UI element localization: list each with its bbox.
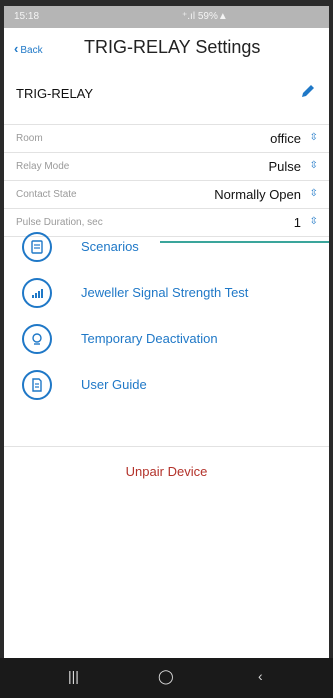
setting-value: Normally Open	[214, 187, 301, 202]
edit-pencil-icon[interactable]	[299, 82, 317, 100]
setting-value: Pulse	[268, 159, 301, 174]
annotation-pointer-line	[160, 241, 329, 243]
phone-frame: 15:18 ⁺.ıl 59%▲ ‹ Back TRIG-RELAY Setting…	[0, 0, 333, 698]
nav-back-button[interactable]: ‹	[258, 668, 263, 684]
home-button[interactable]: ◯	[158, 668, 174, 685]
setting-label: Contact State	[16, 189, 77, 200]
signal-strength-icon	[22, 278, 52, 308]
room-setting[interactable]: Room office ⇳	[4, 124, 329, 153]
contact-state-setting[interactable]: Contact State Normally Open ⇳	[4, 180, 329, 209]
unpair-device-button[interactable]: Unpair Device	[4, 464, 329, 479]
setting-label: Room	[16, 133, 43, 144]
divider	[4, 446, 329, 447]
user-guide-item[interactable]: User Guide	[4, 364, 329, 410]
signal-strength-label: Jeweller Signal Strength Test	[81, 285, 249, 300]
setting-label: Relay Mode	[16, 161, 70, 172]
back-label: Back	[20, 45, 43, 56]
signal-strength-item[interactable]: Jeweller Signal Strength Test	[4, 272, 329, 318]
user-guide-label: User Guide	[81, 377, 147, 392]
temporary-deactivation-item[interactable]: Temporary Deactivation	[4, 318, 329, 364]
setting-value: office	[270, 131, 301, 146]
chevron-left-icon: ‹	[14, 41, 19, 56]
deactivation-label: Temporary Deactivation	[81, 331, 218, 346]
back-button[interactable]: ‹ Back	[14, 41, 43, 56]
updown-arrow-icon: ⇳	[309, 132, 318, 143]
scenarios-item[interactable]: Scenarios	[4, 226, 329, 272]
device-name-row[interactable]: TRIG-RELAY	[4, 68, 329, 124]
header: ‹ Back TRIG-RELAY Settings	[4, 28, 329, 68]
device-name: TRIG-RELAY	[16, 86, 94, 101]
system-nav-bar: ||| ◯ ‹	[0, 658, 333, 698]
relay-mode-setting[interactable]: Relay Mode Pulse ⇳	[4, 152, 329, 181]
updown-arrow-icon: ⇳	[309, 160, 318, 171]
app-screen: 15:18 ⁺.ıl 59%▲ ‹ Back TRIG-RELAY Setting…	[4, 6, 329, 686]
scenarios-label: Scenarios	[81, 239, 139, 254]
scenarios-icon	[22, 232, 52, 262]
status-bar: 15:18 ⁺.ıl 59%▲	[4, 6, 329, 28]
updown-arrow-icon: ⇳	[309, 188, 318, 199]
status-time: 15:18	[14, 11, 40, 22]
status-icons: ⁺.ıl 59%▲	[182, 11, 228, 22]
deactivation-icon	[22, 324, 52, 354]
user-guide-icon	[22, 370, 52, 400]
page-title: TRIG-RELAY Settings	[84, 37, 261, 57]
recent-apps-button[interactable]: |||	[68, 668, 79, 684]
